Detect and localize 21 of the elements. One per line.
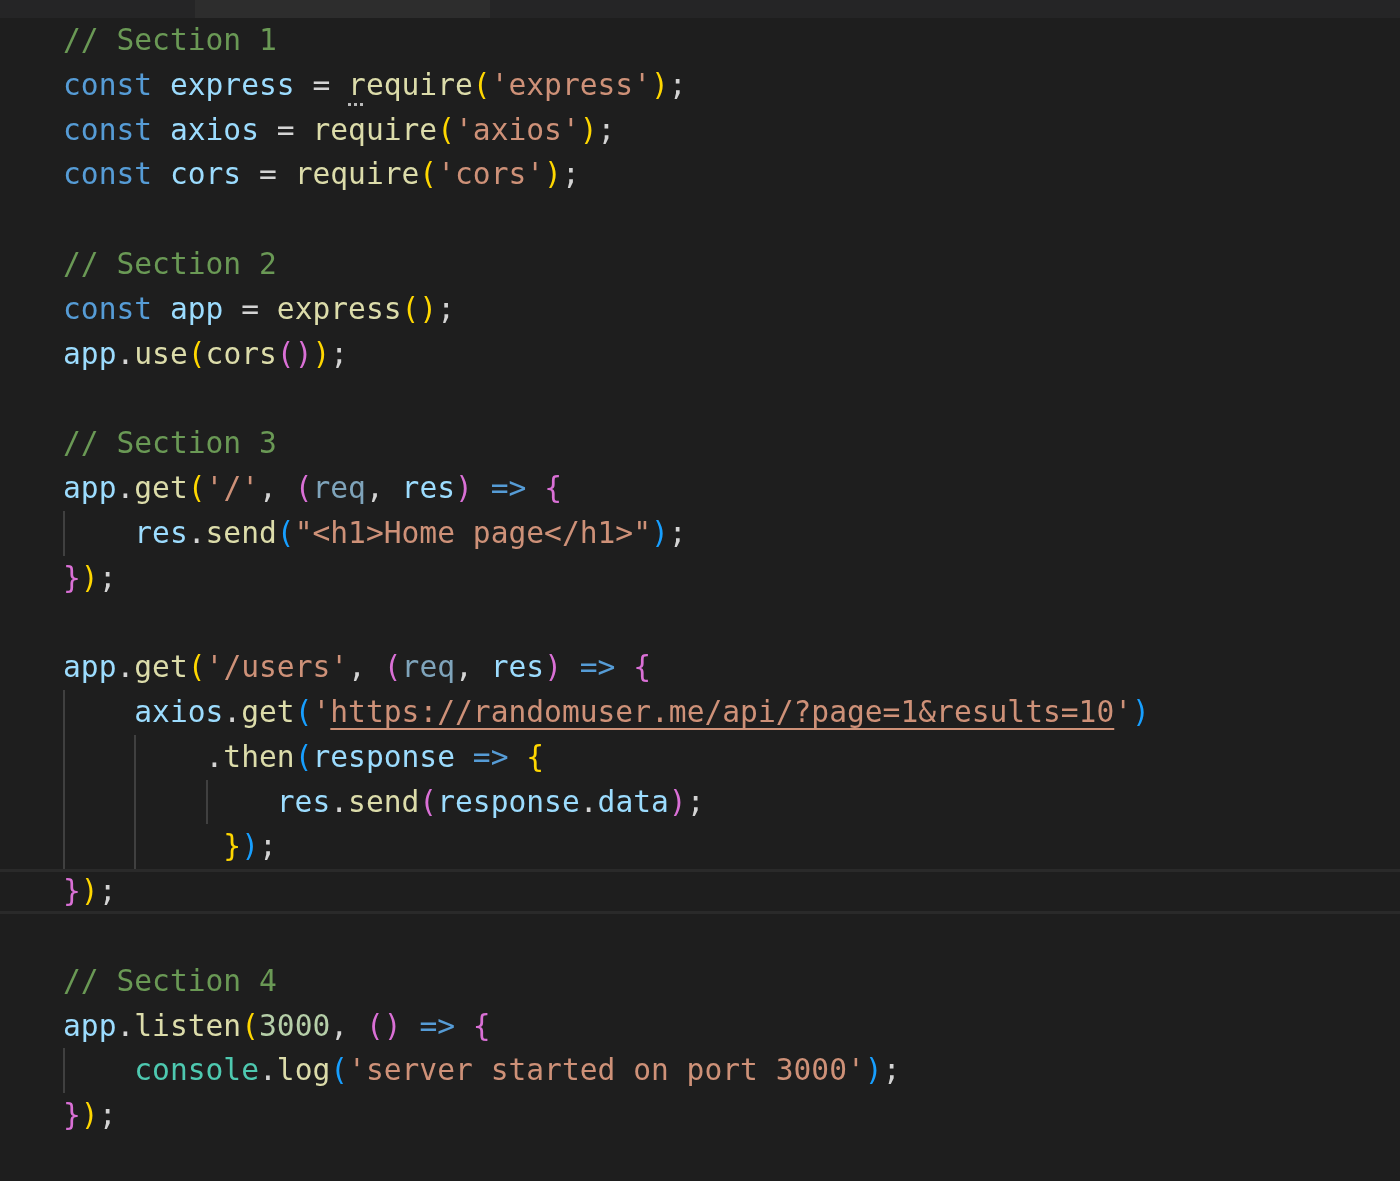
code-line: app.get('/', (req, res) => { <box>63 469 563 507</box>
code-line: .then(response => { <box>63 734 1400 780</box>
code-line: const axios = require('axios'); <box>63 111 617 149</box>
code-line: const cors = require('cors'); <box>63 156 581 194</box>
code-line: }); <box>63 559 118 597</box>
code-line: }); <box>63 824 1400 870</box>
code-line: console.log('server started on port 3000'); <box>63 1048 1400 1094</box>
code-line: res.send("<h1>Home page</h1>"); <box>63 510 1400 556</box>
code-line: // Section 3 <box>63 425 278 463</box>
code-line: axios.get('https://randomuser.me/api/?page=1&results=10') <box>63 689 1400 735</box>
code-line: // Section 2 <box>63 246 278 283</box>
code-line: res.send(response.data); <box>63 779 1400 825</box>
code-line: const app = express(); <box>63 290 456 328</box>
code-line: app.listen(3000, () => { <box>63 1007 492 1045</box>
code-line: }); <box>63 1097 118 1135</box>
code-line: const express = require('express'); <box>63 66 688 104</box>
code-line: // Section 4 <box>63 962 278 1000</box>
code-line: app.use(cors()); <box>63 335 350 373</box>
code-line: // Section 1 <box>63 22 278 59</box>
code-line: app.get('/users', (req, res) => { <box>63 649 653 687</box>
code-line: }); <box>0 869 1400 914</box>
